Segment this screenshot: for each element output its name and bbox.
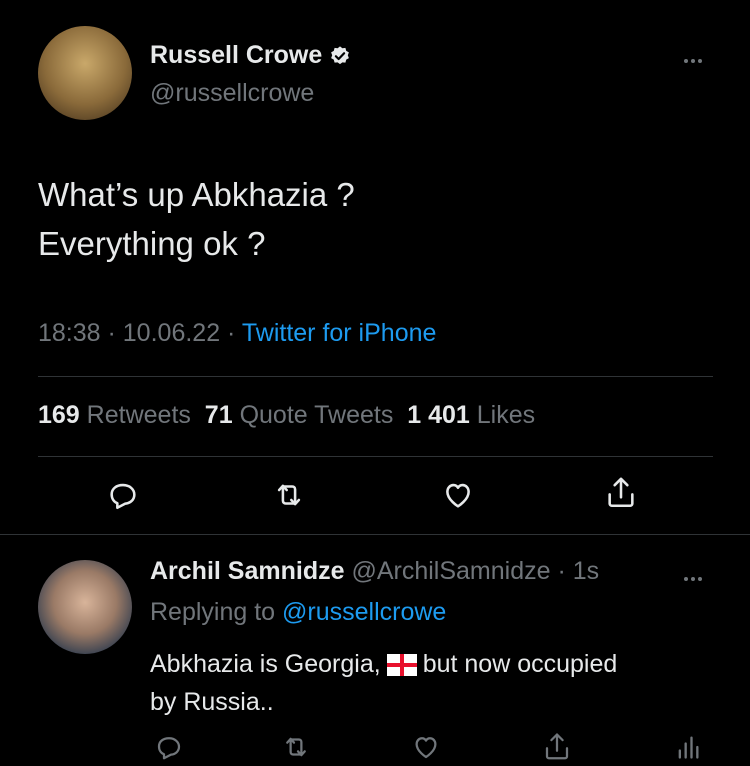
tweet-date[interactable]: 10.06.22	[123, 319, 220, 347]
reply-icon[interactable]	[106, 478, 140, 512]
analytics-icon[interactable]	[674, 732, 702, 762]
quote-tweets-count: 71	[204, 401, 233, 429]
reply-retweet-icon[interactable]	[280, 732, 312, 762]
meta-separator: ·	[220, 319, 242, 347]
reply-share-icon[interactable]	[542, 730, 572, 764]
likes-count: 1 401	[407, 401, 470, 429]
replying-to-link[interactable]: @russellcrowe	[282, 598, 446, 626]
author-handle[interactable]: @russellcrowe	[150, 78, 314, 108]
replying-to: Replying to @russellcrowe	[150, 597, 446, 627]
reply-text: Abkhazia is Georgia, but now occupied by …	[150, 645, 617, 721]
quote-tweets-stat[interactable]: 71 Quote Tweets	[205, 401, 394, 429]
reply-text-part-1: Abkhazia is Georgia,	[150, 650, 381, 678]
author-name[interactable]: Russell Crowe	[150, 41, 322, 69]
reply-time[interactable]: · 1s	[551, 557, 599, 585]
reply-author-handle[interactable]: @ArchilSamnidze	[351, 557, 550, 585]
georgia-flag-emoji	[386, 654, 417, 677]
divider	[38, 456, 713, 457]
reply-header: Archil Samnidze @ArchilSamnidze · 1s	[150, 556, 599, 586]
author-avatar[interactable]	[38, 26, 132, 120]
tweet-source-link[interactable]: Twitter for iPhone	[242, 319, 437, 347]
reply-author-name[interactable]: Archil Samnidze	[150, 557, 345, 585]
reply-like-icon[interactable]	[410, 732, 442, 762]
likes-label: Likes	[476, 401, 536, 429]
tweet-meta: 18:38 · 10.06.22 · Twitter for iPhone	[38, 318, 436, 348]
reply-reply-icon[interactable]	[154, 732, 184, 762]
tweet-stats: 169 Retweets 71 Quote Tweets 1 401 Likes	[38, 400, 535, 430]
divider	[0, 534, 750, 535]
share-icon[interactable]	[604, 474, 638, 512]
quote-tweets-label: Quote Tweets	[239, 401, 394, 429]
retweet-icon[interactable]	[271, 478, 307, 512]
retweets-count: 169	[38, 401, 80, 429]
retweets-label: Retweets	[86, 401, 191, 429]
tweet-text: What’s up Abkhazia ? Everything ok ?	[38, 170, 355, 268]
meta-separator: ·	[100, 319, 123, 347]
reply-author-avatar[interactable]	[38, 560, 132, 654]
likes-stat[interactable]: 1 401 Likes	[407, 401, 535, 429]
verified-badge-icon	[329, 45, 351, 67]
like-icon[interactable]	[440, 478, 476, 512]
reply-more-icon[interactable]	[684, 568, 705, 581]
reply-text-line-1: Abkhazia is Georgia, but now occupied	[150, 645, 617, 683]
divider	[38, 376, 713, 377]
tweet-text-line-2: Everything ok ?	[38, 225, 266, 262]
tweet-time[interactable]: 18:38	[38, 319, 101, 347]
reply-text-part-2: but now occupied	[422, 650, 618, 678]
replying-to-prefix: Replying to	[150, 598, 283, 626]
retweets-stat[interactable]: 169 Retweets	[38, 401, 191, 429]
author-name-row: Russell Crowe	[150, 40, 351, 70]
tweet-text-line-1: What’s up Abkhazia ?	[38, 176, 355, 213]
more-icon[interactable]	[684, 50, 705, 63]
reply-text-line-2: by Russia..	[150, 688, 274, 716]
